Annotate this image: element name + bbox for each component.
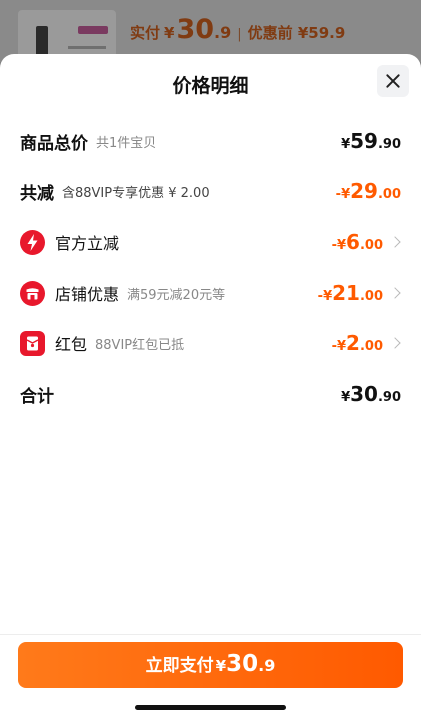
chevron-right-icon <box>389 287 401 299</box>
amount-currency: -¥ <box>331 238 347 253</box>
row-note: 满59元减20元等 <box>127 287 226 303</box>
row-amount: -¥ 29 .00 <box>336 179 401 203</box>
paid-dec: .9 <box>214 23 232 42</box>
row-total-price: 商品总价 共1件宝贝 ¥ 59 .90 <box>20 126 401 156</box>
amount-int: 59 <box>350 129 378 153</box>
price-separator: | <box>237 27 242 42</box>
amount-int: 21 <box>332 281 360 305</box>
amount-int: 30 <box>350 382 378 406</box>
amount-currency: -¥ <box>331 339 347 354</box>
chevron-right-icon <box>389 236 401 248</box>
paid-label: 实付 <box>130 24 161 42</box>
row-label: 红包 <box>55 335 88 354</box>
row-note: 共1件宝贝 <box>96 135 157 151</box>
row-amount: ¥ 30 .90 <box>341 382 401 406</box>
amount-dec: .00 <box>377 187 401 202</box>
amount-int: 29 <box>350 179 378 203</box>
product-badge <box>78 26 108 34</box>
chevron-right-icon <box>389 337 401 349</box>
amount-dec: .90 <box>377 390 401 405</box>
row-amount: -¥ 21 .00 <box>318 281 383 305</box>
product-text-line <box>68 46 106 49</box>
close-icon[interactable] <box>377 65 409 97</box>
amount-dec: .00 <box>359 339 383 354</box>
pay-currency: ¥ <box>215 657 227 675</box>
red-packet-icon <box>20 330 45 356</box>
row-amount: -¥ 6 .00 <box>332 230 383 254</box>
product-bottle-image <box>36 26 48 56</box>
price-detail-sheet: 价格明细 商品总价 共1件宝贝 ¥ 59 .90 共减 含88VIP专享优惠 ¥… <box>0 54 421 720</box>
shop-icon <box>20 280 45 306</box>
row-note: 含88VIP专享优惠 ¥ 2.00 <box>62 185 210 201</box>
row-label: 商品总价 <box>20 133 88 154</box>
amount-int: 6 <box>346 230 360 254</box>
pay-now-button[interactable]: 立即支付 ¥ 30 .9 <box>18 642 403 688</box>
row-label: 店铺优惠 <box>55 285 120 304</box>
original-price: 优惠前 ¥59.9 <box>247 24 346 42</box>
row-total-discount: 共减 含88VIP专享优惠 ¥ 2.00 -¥ 29 .00 <box>20 176 401 206</box>
row-note: 88VIP红包已抵 <box>95 337 185 353</box>
row-amount: -¥ 2 .00 <box>332 331 383 355</box>
row-store-discount[interactable]: 店铺优惠 满59元减20元等 -¥ 21 .00 <box>20 278 401 308</box>
amount-dec: .90 <box>377 137 401 152</box>
pay-int: 30 <box>226 651 259 677</box>
row-sum: 合计 ¥ 30 .90 <box>20 379 401 409</box>
amount-dec: .00 <box>359 289 383 304</box>
sheet-title: 价格明细 <box>172 75 249 97</box>
lightning-icon <box>20 229 45 255</box>
pay-label: 立即支付 <box>145 656 214 676</box>
paid-int: 30 <box>176 14 215 45</box>
paid-currency: ¥ <box>164 24 175 42</box>
row-label: 官方立减 <box>55 234 120 253</box>
row-amount: ¥ 59 .90 <box>341 129 401 153</box>
amount-currency: ¥ <box>341 390 351 405</box>
amount-currency: -¥ <box>335 187 351 202</box>
row-red-packet[interactable]: 红包 88VIP红包已抵 -¥ 2 .00 <box>20 328 401 358</box>
amount-int: 2 <box>346 331 360 355</box>
pay-dec: .9 <box>258 656 276 675</box>
amount-dec: .00 <box>359 238 383 253</box>
row-official-discount[interactable]: 官方立减 -¥ 6 .00 <box>20 227 401 257</box>
home-indicator <box>135 705 286 710</box>
background-product-bar: 实付 ¥ 30 .9 | 优惠前 ¥59.9 <box>0 0 421 62</box>
footer-divider <box>0 634 421 635</box>
amount-currency: -¥ <box>317 289 333 304</box>
background-price: 实付 ¥ 30 .9 | 优惠前 ¥59.9 <box>130 14 345 45</box>
amount-currency: ¥ <box>341 137 351 152</box>
product-thumbnail <box>18 10 116 60</box>
row-label: 共减 <box>20 183 54 204</box>
row-label: 合计 <box>20 386 54 407</box>
